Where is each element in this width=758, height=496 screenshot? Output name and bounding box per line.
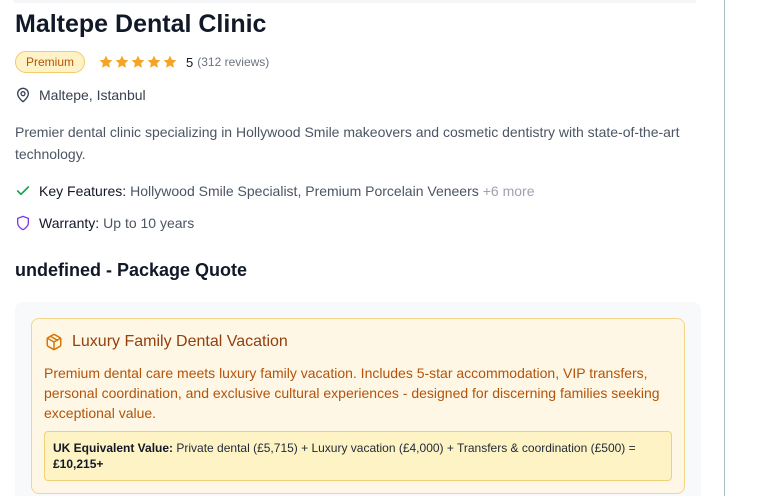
map-pin-icon [17, 87, 29, 103]
package-quote-title: undefined - Package Quote [15, 260, 248, 280]
review-count: (312 reviews) [197, 55, 270, 69]
package-header: Luxury Family Dental Vacation [45, 333, 288, 351]
warranty-label: Warranty: [39, 215, 100, 231]
star-icon [131, 55, 145, 68]
warranty-row: Warranty: Up to 10 years [15, 213, 194, 233]
uk-value-breakdown: Private dental (£5,715) + Luxury vacatio… [176, 441, 636, 455]
package-box-icon [46, 333, 62, 351]
star-rating [98, 54, 178, 70]
clinic-description: Premier dental clinic specializing in Ho… [15, 124, 680, 162]
package-card: Luxury Family Dental Vacation Premium de… [31, 318, 685, 494]
clinic-detail-panel: Maltepe Dental Clinic Premium 5 (312 rev… [0, 0, 758, 496]
clinic-location: Maltepe, Istanbul [39, 87, 146, 103]
key-features-value: Hollywood Smile Specialist, Premium Porc… [130, 183, 479, 199]
star-icon [147, 55, 161, 68]
panel-right-border [724, 0, 725, 496]
premium-badge: Premium [15, 51, 86, 73]
check-icon [16, 186, 30, 196]
star-icon [115, 55, 129, 68]
shield-icon [17, 215, 29, 231]
more-features-link[interactable]: +6 more [483, 183, 535, 199]
clinic-name: Maltepe Dental Clinic [15, 10, 267, 38]
package-title: Luxury Family Dental Vacation [72, 333, 288, 350]
uk-equivalent-value-box: UK Equivalent Value: Private dental (£5,… [44, 431, 672, 481]
top-divider [14, 0, 696, 3]
star-icon [99, 55, 113, 68]
star-icon [163, 55, 177, 68]
uk-value-total: £10,215+ [53, 457, 104, 471]
key-features-row: Key Features: Hollywood Smile Specialist… [15, 181, 535, 201]
rating-row: Premium 5 (312 reviews) [15, 51, 269, 73]
uk-value-label: UK Equivalent Value: [53, 441, 174, 455]
package-quote-container: Luxury Family Dental Vacation Premium de… [15, 302, 701, 496]
package-description: Premium dental care meets luxury family … [44, 365, 660, 421]
location-row: Maltepe, Istanbul [15, 85, 146, 105]
key-features-label: Key Features: [39, 183, 127, 199]
warranty-value: Up to 10 years [103, 215, 195, 231]
rating-value: 5 [186, 54, 194, 70]
